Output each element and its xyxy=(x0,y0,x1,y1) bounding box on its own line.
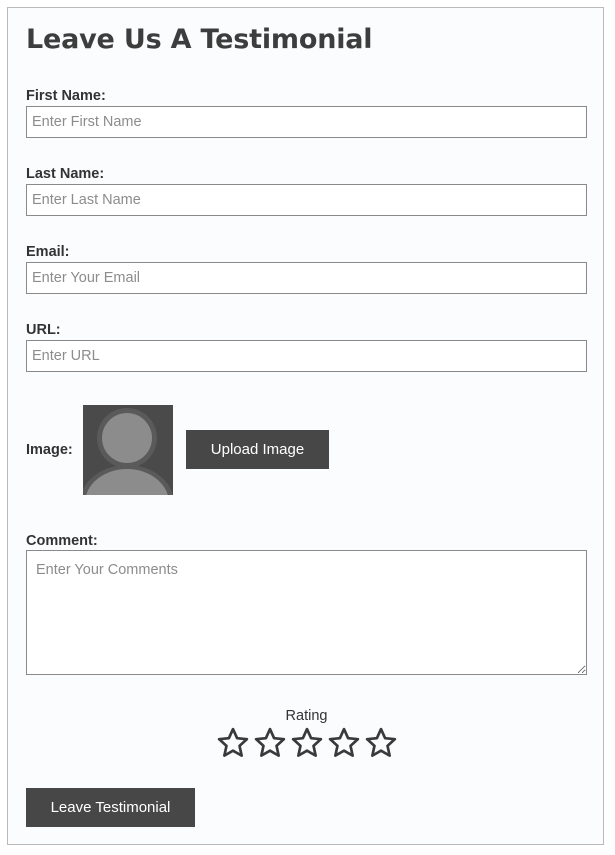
last-name-label: Last Name: xyxy=(26,166,105,182)
image-label: Image: xyxy=(26,442,73,458)
avatar-placeholder-icon xyxy=(83,405,173,495)
upload-image-button[interactable]: Upload Image xyxy=(186,430,329,469)
first-name-input[interactable] xyxy=(26,106,587,138)
testimonial-form-card: Leave Us A Testimonial First Name: Last … xyxy=(7,7,604,845)
rating-label: Rating xyxy=(285,708,328,724)
comment-textarea[interactable] xyxy=(26,550,587,675)
star-icon[interactable] xyxy=(327,726,361,760)
rating-stars xyxy=(216,726,398,762)
form-title: Leave Us A Testimonial xyxy=(26,24,373,55)
star-icon[interactable] xyxy=(290,726,324,760)
first-name-label: First Name: xyxy=(26,88,106,104)
url-label: URL: xyxy=(26,322,61,338)
url-input[interactable] xyxy=(26,340,587,372)
email-label: Email: xyxy=(26,244,70,260)
star-icon[interactable] xyxy=(364,726,398,760)
last-name-input[interactable] xyxy=(26,184,587,216)
comment-label: Comment: xyxy=(26,533,98,549)
email-input[interactable] xyxy=(26,262,587,294)
leave-testimonial-button[interactable]: Leave Testimonial xyxy=(26,788,195,827)
star-icon[interactable] xyxy=(216,726,250,760)
star-icon[interactable] xyxy=(253,726,287,760)
